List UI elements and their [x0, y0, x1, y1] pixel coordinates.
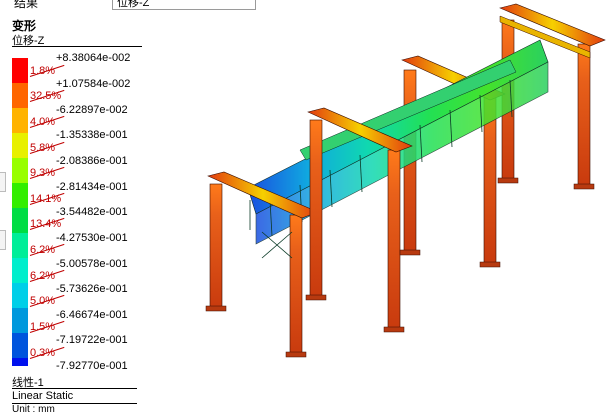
- base-plate: [479, 261, 501, 268]
- base-plate: [497, 177, 519, 184]
- result-label: 结果: [14, 0, 39, 10]
- legend-value: +8.38064e-002: [56, 52, 131, 64]
- legend-value: +1.07584e-002: [56, 78, 131, 90]
- legend-value: -7.19722e-001: [56, 334, 128, 346]
- legend-swatch: [12, 358, 28, 366]
- analysis-type: Linear Static: [12, 390, 74, 402]
- legend-swatch: [12, 158, 28, 183]
- footer-divider: [12, 388, 137, 389]
- deformed-model-view[interactable]: [185, 0, 610, 418]
- panel-collapse-handle-bottom[interactable]: [0, 230, 6, 250]
- base-plate: [399, 249, 421, 256]
- legend-divider: [12, 46, 142, 47]
- panel-collapse-handle-top[interactable]: [0, 172, 6, 192]
- legend-swatch: [12, 283, 28, 308]
- legend-swatch: [12, 108, 28, 133]
- legend-value: -1.35338e-001: [56, 129, 128, 141]
- legend-value: -2.81434e-001: [56, 181, 128, 193]
- legend-swatch: [12, 308, 28, 333]
- legend-swatch: [12, 183, 28, 208]
- legend-value: -5.73626e-001: [56, 283, 128, 295]
- legend-value: -4.27530e-001: [56, 232, 128, 244]
- legend-swatch: [12, 208, 28, 233]
- legend-swatch: [12, 133, 28, 158]
- legend-value: -2.08386e-001: [56, 155, 128, 167]
- legend-swatch: [12, 258, 28, 283]
- base-plate: [573, 183, 595, 190]
- legend-value: -6.46674e-001: [56, 309, 128, 321]
- legend-swatch: [12, 233, 28, 258]
- legend-value: -6.22897e-002: [56, 104, 128, 116]
- unit-label: Unit : mm: [12, 404, 55, 415]
- legend-swatch: [12, 58, 28, 83]
- legend-colorbar: [12, 58, 28, 366]
- legend-swatch: [12, 333, 28, 358]
- legend-value: -5.00578e-001: [56, 258, 128, 270]
- legend-value: -3.54482e-001: [56, 206, 128, 218]
- legend-value: -7.92770e-001: [56, 360, 128, 372]
- legend-swatch: [12, 83, 28, 108]
